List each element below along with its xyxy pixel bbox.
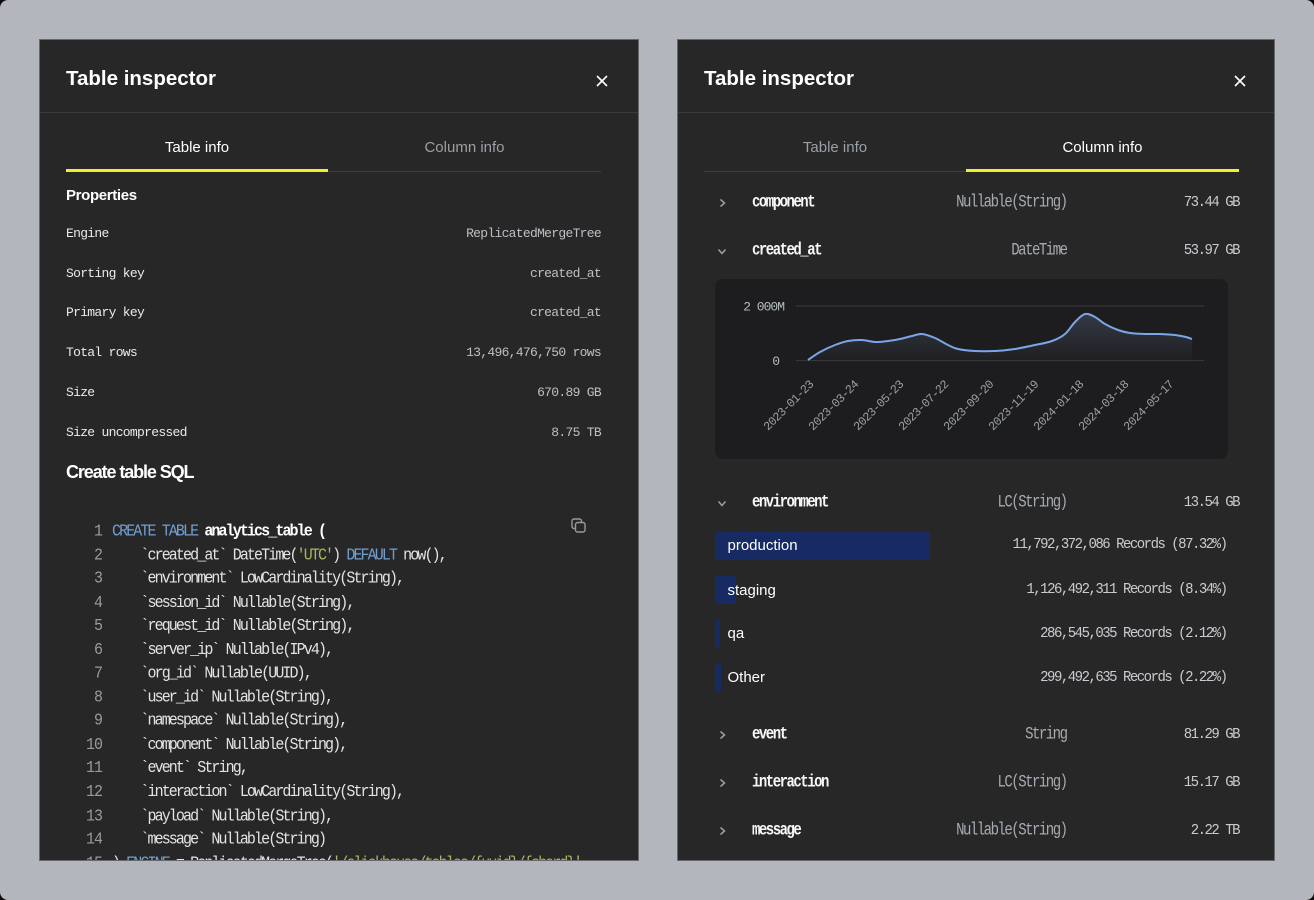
svg-text:0: 0 — [772, 354, 779, 369]
svg-text:2 000M: 2 000M — [743, 300, 784, 315]
